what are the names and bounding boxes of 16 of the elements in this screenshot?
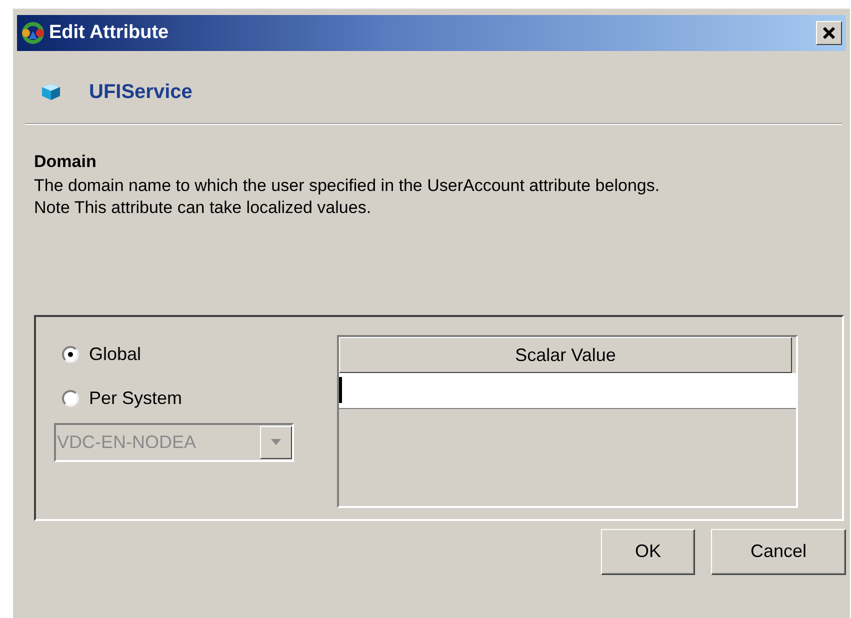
close-button[interactable] bbox=[816, 21, 842, 45]
cube-icon bbox=[41, 83, 61, 101]
close-icon bbox=[822, 26, 836, 40]
column-header: Scalar Value bbox=[339, 336, 792, 372]
description-text: The domain name to which the user specified in the UserAccount attribute belongs. bbox=[34, 174, 661, 196]
attribute-name: Domain bbox=[34, 151, 98, 173]
description-text: Note This attribute can take localized values. bbox=[34, 196, 372, 218]
dropdown-arrow-icon bbox=[271, 439, 281, 445]
app-icon bbox=[21, 21, 45, 45]
radio-option[interactable]: Global bbox=[54, 332, 142, 376]
value-field[interactable] bbox=[339, 372, 796, 408]
dialog-button[interactable]: OK bbox=[601, 528, 695, 574]
object-name: UFIService bbox=[89, 80, 192, 105]
window-title: Edit Attribute bbox=[49, 20, 169, 45]
dialog-button[interactable]: Cancel bbox=[711, 528, 846, 574]
radio-option[interactable]: Per System bbox=[54, 376, 182, 420]
